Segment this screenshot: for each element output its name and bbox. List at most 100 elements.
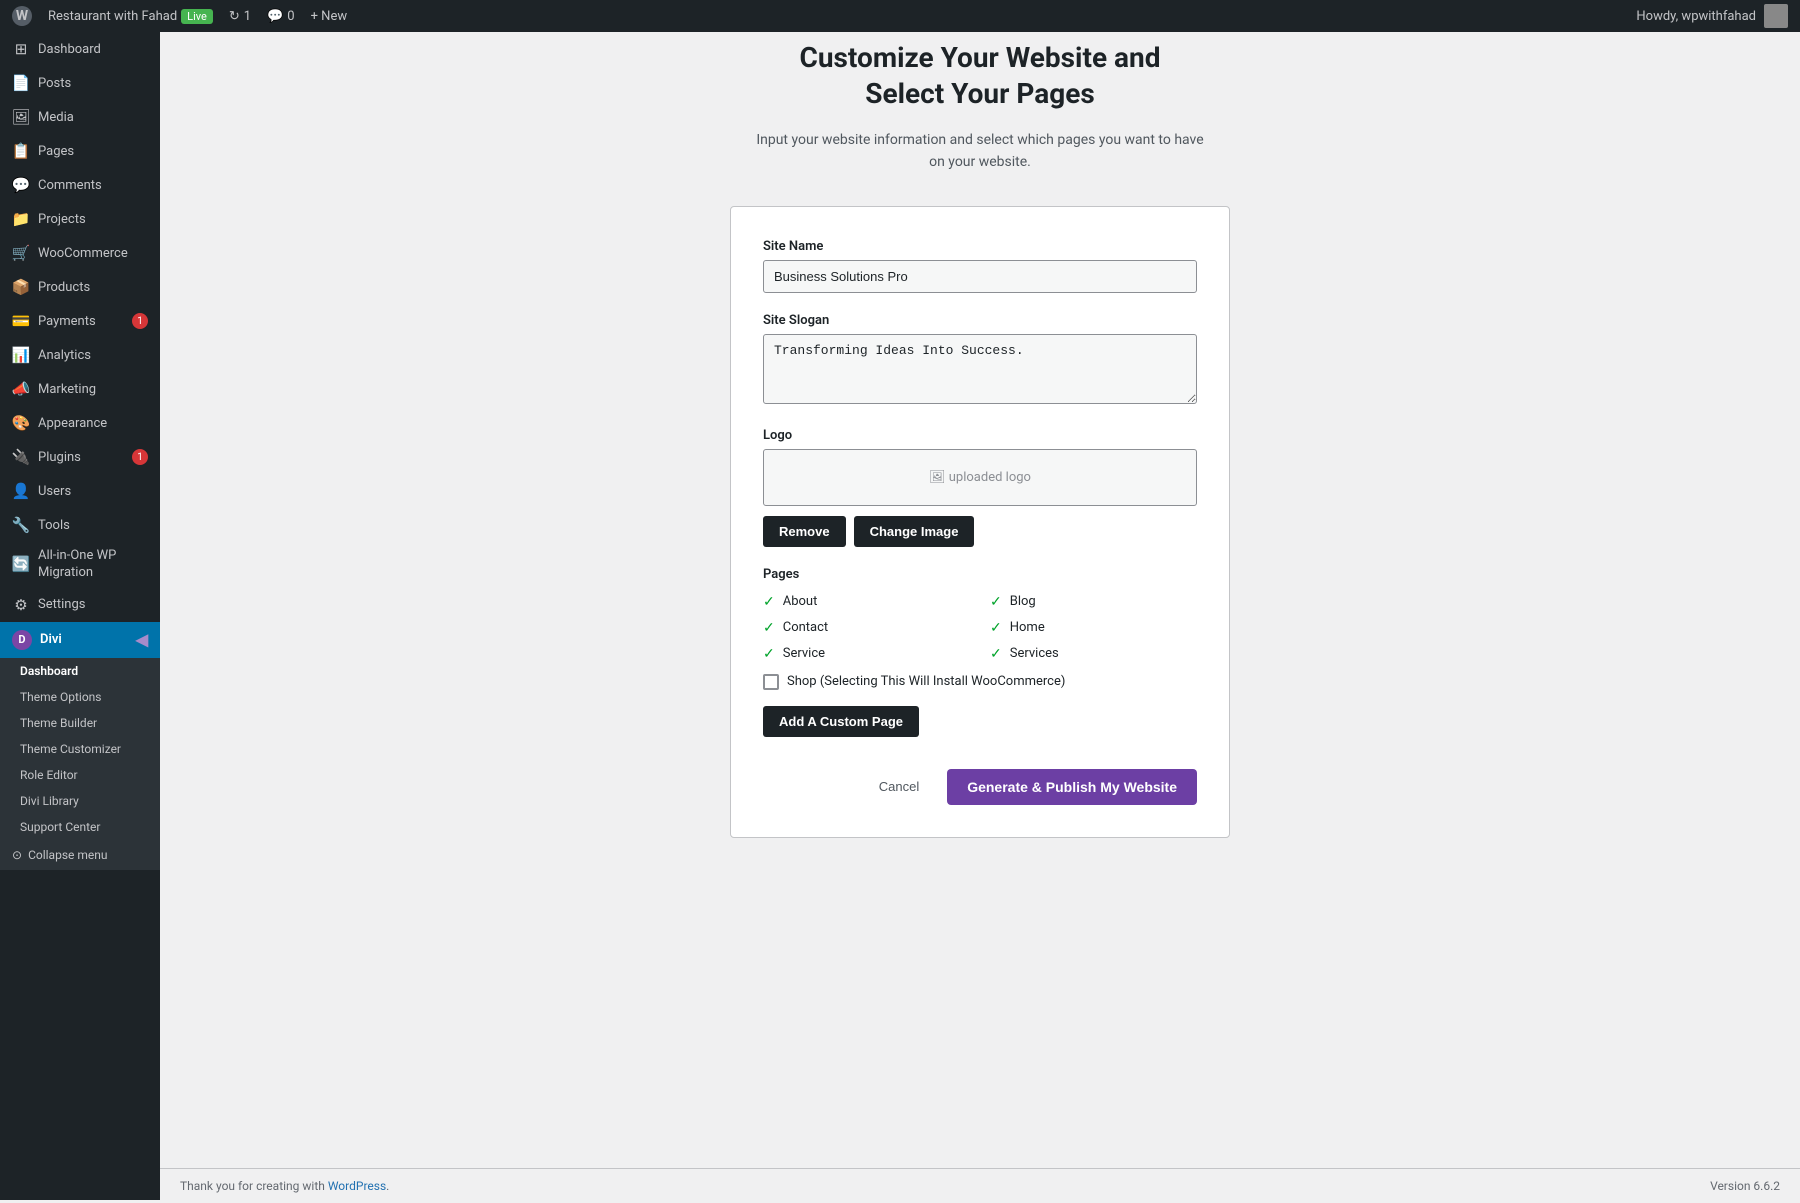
divi-submenu-support-center[interactable]: Support Center (0, 814, 160, 840)
posts-icon: 📄 (12, 74, 30, 92)
site-name-input[interactable] (763, 260, 1197, 293)
divi-menu-header[interactable]: D Divi ◀ (0, 622, 160, 658)
adminbar-updates[interactable]: ↻ 1 (229, 9, 251, 24)
pages-label: Pages (763, 567, 1197, 582)
sidebar-item-dashboard[interactable]: ⊞ Dashboard (0, 32, 160, 66)
form-card: Site Name Site Slogan Transforming Ideas… (730, 206, 1230, 838)
marketing-icon: 📣 (12, 380, 30, 398)
sidebar-label-pages: Pages (38, 144, 74, 159)
services-check-icon: ✓ (990, 646, 1002, 662)
payments-icon: 💳 (12, 312, 30, 330)
publish-button[interactable]: Generate & Publish My Website (947, 769, 1197, 805)
sidebar-item-users[interactable]: 👤 Users (0, 474, 160, 508)
page-checkbox-about[interactable]: ✓ About (763, 594, 970, 610)
site-name-label: Site Name (763, 239, 1197, 254)
divi-submenu-dashboard[interactable]: Dashboard (0, 658, 160, 684)
sidebar-item-tools[interactable]: 🔧 Tools (0, 508, 160, 542)
sidebar-label-products: Products (38, 280, 90, 295)
site-slogan-input[interactable]: Transforming Ideas Into Success. (763, 334, 1197, 404)
user-avatar[interactable] (1764, 4, 1788, 28)
blog-check-icon: ✓ (990, 594, 1002, 610)
page-checkbox-shop[interactable]: Shop (Selecting This Will Install WooCom… (763, 674, 1197, 690)
sidebar-item-woocommerce[interactable]: 🛒 WooCommerce (0, 236, 160, 270)
settings-icon: ⚙ (12, 596, 30, 614)
change-image-button[interactable]: Change Image (854, 516, 975, 547)
home-label: Home (1010, 620, 1045, 635)
sidebar-item-settings[interactable]: ⚙ Settings (0, 588, 160, 622)
sidebar-label-woocommerce: WooCommerce (38, 246, 128, 261)
howdy-text: Howdy, wpwithfahad (1636, 9, 1756, 24)
page-checkbox-service[interactable]: ✓ Service (763, 646, 970, 662)
add-custom-page-button[interactable]: Add A Custom Page (763, 706, 919, 737)
sidebar-label-tools: Tools (38, 518, 70, 533)
page-title: Customize Your Website andSelect Your Pa… (800, 40, 1161, 113)
divi-submenu-theme-customizer[interactable]: Theme Customizer (0, 736, 160, 762)
sidebar-item-posts[interactable]: 📄 Posts (0, 66, 160, 100)
sidebar-item-plugins[interactable]: 🔌 Plugins 1 (0, 440, 160, 474)
site-slogan-label: Site Slogan (763, 313, 1197, 328)
updates-icon: ↻ (229, 9, 240, 24)
remove-button[interactable]: Remove (763, 516, 846, 547)
sidebar-label-marketing: Marketing (38, 382, 96, 397)
shop-check-icon (763, 674, 779, 690)
sidebar-item-pages[interactable]: 📋 Pages (0, 134, 160, 168)
pages-icon: 📋 (12, 142, 30, 160)
new-label: + New (311, 9, 348, 24)
page-checkbox-contact[interactable]: ✓ Contact (763, 620, 970, 636)
sidebar-item-media[interactable]: 🖼 Media (0, 100, 160, 134)
main-content: Customize Your Website andSelect Your Pa… (160, 0, 1800, 1168)
page-checkbox-home[interactable]: ✓ Home (990, 620, 1197, 636)
page-checkbox-blog[interactable]: ✓ Blog (990, 594, 1197, 610)
sidebar-label-settings: Settings (38, 597, 85, 612)
adminbar-new[interactable]: + New (311, 9, 348, 24)
wordpress-link[interactable]: WordPress (328, 1179, 386, 1193)
cancel-button[interactable]: Cancel (863, 771, 935, 802)
contact-label: Contact (783, 620, 828, 635)
sidebar-label-users: Users (38, 484, 71, 499)
allinone-icon: 🔄 (12, 556, 30, 574)
logo-placeholder-text: 🖼 uploaded logo (929, 470, 1031, 485)
sidebar-item-allinone[interactable]: 🔄 All-in-One WP Migration (0, 542, 160, 588)
logo-label: Logo (763, 428, 1197, 443)
sidebar-item-products[interactable]: 📦 Products (0, 270, 160, 304)
collapse-icon: ⊙ (12, 848, 22, 862)
sidebar-label-comments: Comments (38, 178, 102, 193)
adminbar-site-name[interactable]: Restaurant with Fahad Live (48, 9, 213, 24)
shop-label: Shop (Selecting This Will Install WooCom… (787, 674, 1065, 689)
site-name-label: Restaurant with Fahad (48, 9, 177, 24)
comments-menu-icon: 💬 (12, 176, 30, 194)
divi-submenu-theme-options[interactable]: Theme Options (0, 684, 160, 710)
divi-submenu-divi-library[interactable]: Divi Library (0, 788, 160, 814)
about-label: About (783, 594, 818, 609)
divi-submenu-theme-builder[interactable]: Theme Builder (0, 710, 160, 736)
divi-arrow: ◀ (136, 630, 148, 649)
adminbar-wp-logo[interactable]: W (12, 6, 32, 26)
service-check-icon: ✓ (763, 646, 775, 662)
pages-section: Pages ✓ About ✓ Blog ✓ Contact (763, 567, 1197, 805)
sidebar-label-projects: Projects (38, 212, 86, 227)
divi-label: Divi (40, 632, 62, 647)
payments-badge: 1 (132, 313, 148, 329)
logo-buttons: Remove Change Image (763, 516, 1197, 547)
sidebar-label-plugins: Plugins (38, 450, 81, 465)
adminbar-comments[interactable]: 💬 0 (267, 9, 295, 24)
sidebar-item-projects[interactable]: 📁 Projects (0, 202, 160, 236)
sidebar-item-comments[interactable]: 💬 Comments (0, 168, 160, 202)
collapse-menu-button[interactable]: ⊙ Collapse menu (0, 840, 160, 870)
sidebar-label-allinone: All-in-One WP Migration (38, 548, 148, 582)
page-subtitle: Input your website information and selec… (756, 129, 1203, 174)
sidebar-item-analytics[interactable]: 📊 Analytics (0, 338, 160, 372)
divi-submenu-role-editor[interactable]: Role Editor (0, 762, 160, 788)
live-badge: Live (181, 9, 213, 24)
sidebar-label-analytics: Analytics (38, 348, 91, 363)
service-label: Service (783, 646, 825, 661)
comments-icon: 💬 (267, 9, 283, 24)
sidebar-label-appearance: Appearance (38, 416, 107, 431)
sidebar-item-appearance[interactable]: 🎨 Appearance (0, 406, 160, 440)
about-check-icon: ✓ (763, 594, 775, 610)
sidebar-label-dashboard: Dashboard (38, 42, 101, 57)
sidebar-item-payments[interactable]: 💳 Payments 1 (0, 304, 160, 338)
page-checkbox-services[interactable]: ✓ Services (990, 646, 1197, 662)
blog-label: Blog (1010, 594, 1036, 609)
sidebar-item-marketing[interactable]: 📣 Marketing (0, 372, 160, 406)
